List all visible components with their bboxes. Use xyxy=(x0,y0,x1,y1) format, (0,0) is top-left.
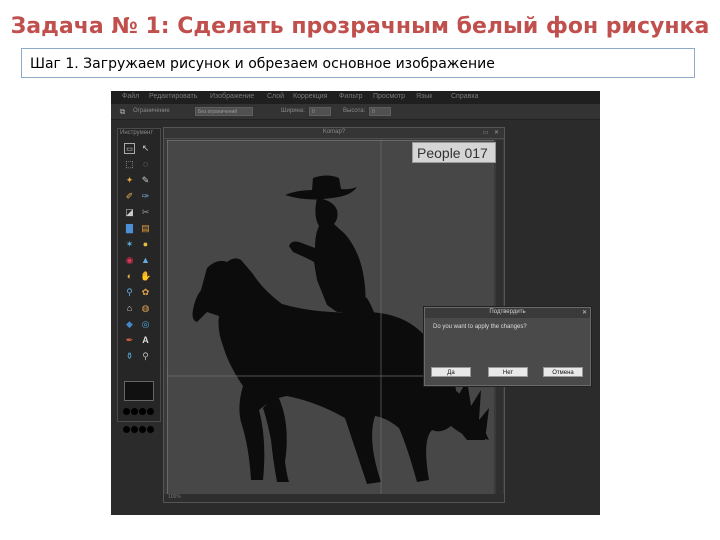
menu-file[interactable]: Файл xyxy=(122,93,139,100)
bloat-icon[interactable]: ◍ xyxy=(140,303,151,314)
menu-edit[interactable]: Редактировать xyxy=(149,93,197,100)
dialog-message: Do you want to apply the changes? xyxy=(433,324,527,330)
toolbox-title: Инструмент xyxy=(120,130,154,136)
menu-help[interactable]: Справка xyxy=(451,93,478,100)
menu-adjust[interactable]: Коррекция xyxy=(293,93,327,100)
view-icon[interactable]: ⚲ xyxy=(140,351,151,362)
pinch-icon[interactable]: ◎ xyxy=(140,319,151,330)
document-statusbar: 100% xyxy=(164,494,504,502)
confirm-dialog: Подтвердить ✕ Do you want to apply the c… xyxy=(424,307,591,386)
close-icon[interactable]: ✕ xyxy=(582,309,587,316)
smudge-icon[interactable]: ✂ xyxy=(140,207,151,218)
toolbox-panel: Инструмент ▭ ↖ ⬚ ◌ ✦ ✎ ✐ ✑ ◪ ✂ ▇ ▤ ✶ ● ◉… xyxy=(117,128,161,433)
hand-icon[interactable]: ⌂ xyxy=(124,303,135,314)
cancel-button[interactable]: Отмена xyxy=(543,367,583,377)
width-label: Ширина: xyxy=(281,108,305,114)
no-button[interactable]: Нет xyxy=(488,367,528,377)
crop-icon[interactable]: ▭ xyxy=(124,143,135,154)
pencil-icon[interactable]: ✎ xyxy=(140,175,151,186)
menu-language[interactable]: Язык xyxy=(416,93,432,100)
window-controls-icon[interactable]: ▭ ✕ xyxy=(483,129,501,136)
shape-icon[interactable]: ◆ xyxy=(124,319,135,330)
blur-icon[interactable]: ● xyxy=(140,239,151,250)
gradient-icon[interactable]: ▤ xyxy=(140,223,151,234)
fill-icon[interactable]: ▇ xyxy=(124,223,135,234)
lasso-icon[interactable]: ◌ xyxy=(140,159,151,170)
replace-color-icon[interactable]: ✶ xyxy=(124,239,135,250)
constraint-select[interactable]: Без ограничений xyxy=(195,107,253,116)
menu-filter[interactable]: Фильтр xyxy=(339,93,363,100)
brush-icon[interactable]: ✐ xyxy=(124,191,135,202)
menu-view[interactable]: Просмотр xyxy=(373,93,405,100)
sponge-icon[interactable]: ✿ xyxy=(140,287,151,298)
menu-image[interactable]: Изображение xyxy=(210,93,254,100)
image-label: People 017 xyxy=(417,145,488,161)
yes-button[interactable]: Да xyxy=(431,367,471,377)
constraint-label: Ограничение xyxy=(133,108,170,114)
zoom-icon[interactable]: ⚲ xyxy=(124,287,135,298)
image-label-box: People 017 xyxy=(412,142,496,163)
text-tool-icon[interactable]: A xyxy=(140,335,151,346)
document-titlebar: Komap? ▭ ✕ xyxy=(164,128,504,139)
options-bar: ⧉ Ограничение Без ограничений Ширина: 0 … xyxy=(111,104,600,120)
select-rect-icon[interactable]: ⬚ xyxy=(124,159,135,170)
crop-tool-icon: ⧉ xyxy=(119,107,126,116)
red-eye-icon[interactable]: ◉ xyxy=(124,255,135,266)
color-swatch[interactable] xyxy=(124,381,154,401)
zoom-level: 100% xyxy=(168,494,181,500)
move-icon[interactable]: ↖ xyxy=(140,143,151,154)
width-input[interactable]: 0 xyxy=(309,107,331,116)
clone-icon[interactable]: ✑ xyxy=(140,191,151,202)
magic-wand-icon[interactable]: ✦ xyxy=(124,175,135,186)
dodge-icon[interactable]: ◐ xyxy=(124,271,135,282)
dialog-title: Подтвердить xyxy=(489,309,526,315)
dialog-titlebar: Подтвердить ✕ xyxy=(425,308,590,318)
palette-dots xyxy=(123,402,155,438)
sharpen-icon[interactable]: ▲ xyxy=(140,255,151,266)
menu-layer[interactable]: Слой xyxy=(267,93,284,100)
height-label: Высота: xyxy=(343,108,366,114)
burn-icon[interactable]: ✋ xyxy=(140,271,151,282)
editor-screenshot: Файл Редактировать Изображение Слой Корр… xyxy=(111,91,600,515)
step-box: Шаг 1. Загружаем рисунок и обрезаем осно… xyxy=(21,48,695,78)
eraser-icon[interactable]: ◪ xyxy=(124,207,135,218)
height-input[interactable]: 0 xyxy=(369,107,391,116)
picker-icon[interactable]: ✒ xyxy=(124,335,135,346)
slide-title: Задача № 1: Сделать прозрачным белый фон… xyxy=(10,14,710,39)
step-text: Шаг 1. Загружаем рисунок и обрезаем осно… xyxy=(30,56,495,72)
eyedropper-icon[interactable]: ⚱ xyxy=(124,351,135,362)
menu-bar: Файл Редактировать Изображение Слой Корр… xyxy=(111,91,600,104)
document-title: Komap? xyxy=(322,129,346,135)
